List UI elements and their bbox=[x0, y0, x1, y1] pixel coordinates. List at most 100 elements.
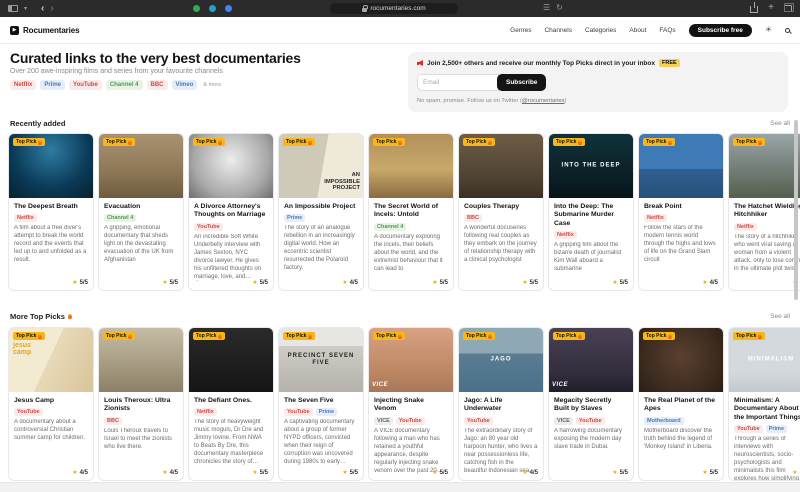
doc-rating: ★ 4/5 bbox=[522, 470, 538, 476]
search-icon[interactable] bbox=[785, 28, 790, 33]
sidebar-panel-icon[interactable] bbox=[8, 5, 18, 12]
top-pick-badge: Top Pick bbox=[733, 138, 765, 146]
filter-chip-vimeo[interactable]: Vimeo bbox=[172, 80, 198, 90]
top-pick-badge: Top Pick bbox=[13, 138, 45, 146]
channel-chip-netflix: Netflix bbox=[194, 408, 217, 416]
doc-description: Through a series of interviews with neur… bbox=[734, 436, 800, 481]
channel-chips: YouTubePrime bbox=[284, 408, 358, 416]
top-pick-label: Top Pick bbox=[736, 333, 756, 339]
doc-card[interactable]: Top Pick INTO THE DEEP Into the Deep: Th… bbox=[548, 133, 634, 291]
extension-icon-3[interactable] bbox=[225, 5, 232, 12]
channel-chip-youtube: YouTube bbox=[576, 417, 605, 425]
doc-card[interactable]: Top Pick The Hatchet Wielding Hitchhiker… bbox=[728, 133, 800, 291]
rating-value: 5/5 bbox=[530, 280, 538, 286]
top-pick-label: Top Pick bbox=[376, 333, 396, 339]
subscribe-free-button[interactable]: Subscribe free bbox=[689, 24, 752, 37]
top-pick-badge: Top Pick bbox=[193, 332, 225, 340]
doc-thumbnail: Top Pick bbox=[189, 328, 273, 392]
main-nav: Genres Channels Categories About FAQs bbox=[510, 27, 676, 34]
top-pick-badge: Top Pick bbox=[13, 332, 45, 340]
newsletter-subscribe-button[interactable]: Subscribe bbox=[497, 74, 546, 91]
nav-faqs[interactable]: FAQs bbox=[659, 27, 675, 34]
doc-title: The Deepest Breath bbox=[14, 203, 88, 211]
top-pick-label: Top Pick bbox=[376, 139, 396, 145]
channel-chip-youtube: YouTube bbox=[14, 408, 43, 416]
doc-card[interactable]: Top Pick Evacuation Channel 4 A gripping… bbox=[98, 133, 184, 291]
filter-chip-bbc[interactable]: BBC bbox=[147, 80, 168, 90]
doc-card[interactable]: Top Pick PRECINCT SEVEN FIVE The Seven F… bbox=[278, 327, 364, 481]
tab-overview-icon[interactable] bbox=[784, 5, 792, 12]
doc-title: The Real Planet of the Apes bbox=[644, 397, 718, 414]
rating-value: 4/5 bbox=[710, 280, 718, 286]
doc-card[interactable]: Top Pick jesus camp Jesus Camp YouTube A… bbox=[8, 327, 94, 481]
nav-channels[interactable]: Channels bbox=[544, 27, 571, 34]
channel-chips: Channel 4 bbox=[104, 214, 178, 222]
nav-categories[interactable]: Categories bbox=[585, 27, 616, 34]
flame-icon bbox=[38, 140, 42, 145]
channel-chip-vice: VICE bbox=[374, 417, 393, 425]
channel-chip-prime: Prime bbox=[284, 214, 305, 222]
top-pick-label: Top Pick bbox=[16, 139, 36, 145]
filter-chip-netflix[interactable]: Netflix bbox=[10, 80, 36, 90]
page-title: Curated links to the very best documenta… bbox=[10, 50, 301, 66]
rating-value: 5/5 bbox=[350, 470, 358, 476]
doc-card[interactable]: Top Pick The Defiant Ones. Netflix The s… bbox=[188, 327, 274, 481]
site-logo[interactable]: ▶ Rocumentaries bbox=[10, 26, 80, 35]
filter-chip-youtube[interactable]: YouTube bbox=[69, 80, 102, 90]
doc-thumbnail: Top Pick MINIMALISM bbox=[729, 328, 800, 392]
see-all-link-more-top-picks[interactable]: See all bbox=[770, 313, 790, 320]
address-bar[interactable]: rocumentaries.com bbox=[330, 3, 458, 14]
doc-card[interactable]: Top Pick The Real Planet of the Apes Mot… bbox=[638, 327, 724, 481]
theme-sun-icon[interactable]: ☀ bbox=[765, 26, 772, 34]
channel-chip-channel-4: Channel 4 bbox=[104, 214, 136, 222]
extension-icon-2[interactable] bbox=[209, 5, 216, 12]
top-pick-label: Top Pick bbox=[646, 333, 666, 339]
doc-card[interactable]: Top Pick JAGO Jago: A Life Underwater Yo… bbox=[458, 327, 544, 481]
doc-card[interactable]: Top Pick The Deepest Breath Netflix A fi… bbox=[8, 133, 94, 291]
doc-card[interactable]: Top Pick VICE Megacity Secretly Built by… bbox=[548, 327, 634, 481]
doc-card[interactable]: Top Pick AN IMPOSSIBLE PROJECT An Imposs… bbox=[278, 133, 364, 291]
reader-icon[interactable]: ☰ bbox=[543, 4, 550, 12]
doc-title: Megacity Secretly Built by Slaves bbox=[554, 397, 628, 414]
flame-icon bbox=[38, 334, 42, 339]
doc-card[interactable]: Top Pick Break Point Netflix Follow the … bbox=[638, 133, 724, 291]
flame-icon bbox=[308, 334, 312, 339]
doc-card[interactable]: Top Pick Louis Theroux: Ultra Zionists B… bbox=[98, 327, 184, 481]
flame-icon bbox=[668, 140, 672, 145]
back-icon[interactable]: ‹ bbox=[41, 4, 44, 14]
filter-chip-prime[interactable]: Prime bbox=[40, 80, 65, 90]
top-pick-badge: Top Pick bbox=[643, 138, 675, 146]
vertical-scrollbar[interactable] bbox=[794, 120, 798, 300]
doc-card[interactable]: Top Pick A Divorce Attorney's Thoughts o… bbox=[188, 133, 274, 291]
extension-icon-1[interactable] bbox=[193, 5, 200, 12]
channel-chips: YouTube bbox=[464, 417, 538, 425]
trophy-icon: ★ bbox=[522, 470, 527, 476]
doc-card[interactable]: Top Pick Couples Therapy BBC A wonderful… bbox=[458, 133, 544, 291]
doc-description: An incredible Soft White Underbelly inte… bbox=[194, 234, 268, 281]
nav-genres[interactable]: Genres bbox=[510, 27, 531, 34]
twitter-link[interactable]: @rocumentaries bbox=[522, 98, 565, 104]
reload-icon[interactable]: ↻ bbox=[556, 4, 563, 12]
email-field[interactable] bbox=[417, 74, 499, 91]
flame-icon bbox=[488, 334, 492, 339]
flame-icon bbox=[668, 334, 672, 339]
filter-chip-channel-4[interactable]: Channel 4 bbox=[106, 80, 143, 90]
channel-chip-motherboard: Motherboard bbox=[644, 417, 684, 425]
channel-chip-prime: Prime bbox=[766, 425, 787, 433]
doc-description: The extraordinary story of Jago: an 80 y… bbox=[464, 428, 538, 475]
doc-title: Break Point bbox=[644, 203, 718, 211]
channel-chip-netflix: Netflix bbox=[644, 214, 667, 222]
doc-title: An Impossible Project bbox=[284, 203, 358, 211]
newsletter-box: Join 2,500+ others and receive our month… bbox=[408, 52, 788, 112]
new-tab-icon[interactable]: + bbox=[768, 3, 774, 13]
doc-card[interactable]: Top Pick The Secret World of Incels: Unt… bbox=[368, 133, 454, 291]
doc-card[interactable]: Top Pick VICE Injecting Snake Venom VICE… bbox=[368, 327, 454, 481]
top-pick-badge: Top Pick bbox=[103, 332, 135, 340]
chevron-down-icon[interactable]: ▾ bbox=[24, 6, 27, 12]
forward-icon[interactable]: › bbox=[50, 4, 53, 14]
doc-card[interactable]: Top Pick MINIMALISM Minimalism: A Docume… bbox=[728, 327, 800, 481]
doc-description: Motherboard discover the truth behind th… bbox=[644, 428, 718, 452]
see-all-link-recently-added[interactable]: See all bbox=[770, 120, 790, 127]
nav-about[interactable]: About bbox=[629, 27, 646, 34]
share-icon[interactable] bbox=[750, 6, 758, 13]
